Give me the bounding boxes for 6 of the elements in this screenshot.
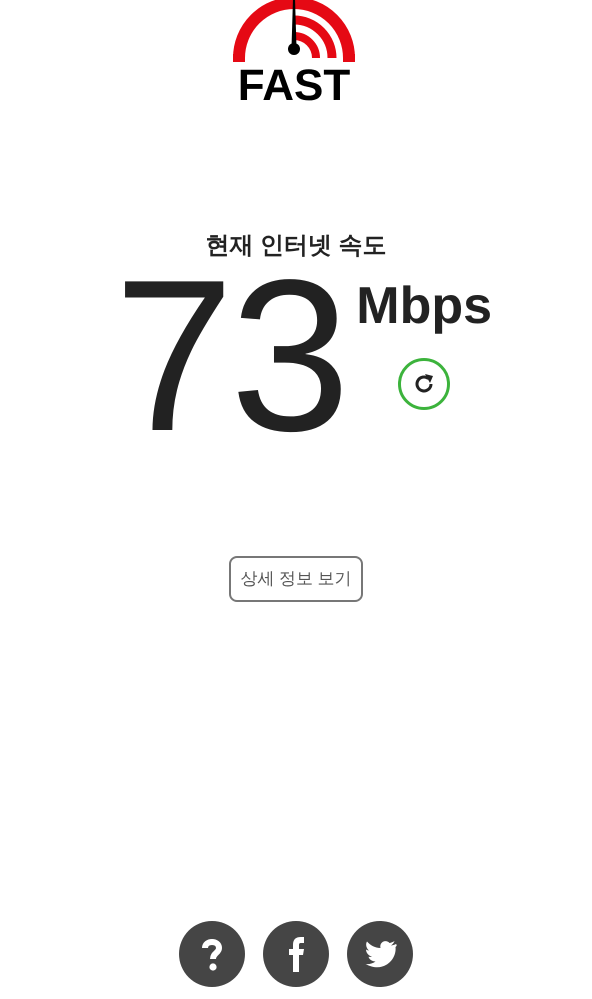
speed-unit: Mbps: [356, 278, 492, 334]
speed-label: 현재 인터넷 속도: [205, 231, 387, 261]
logo-text: FAST: [238, 61, 350, 102]
gauge-icon: [233, 0, 355, 62]
details-button[interactable]: 상세 정보 보기: [229, 556, 363, 602]
speed-value: 73: [114, 260, 346, 450]
